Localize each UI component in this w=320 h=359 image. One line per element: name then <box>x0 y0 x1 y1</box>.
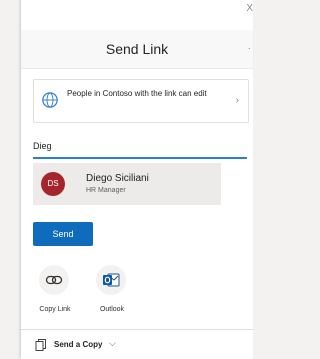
dialog-header: Send Link · <box>21 30 253 69</box>
outlook-icon <box>103 273 120 287</box>
send-a-copy-label: Send a Copy <box>54 340 103 349</box>
copy-link-icon-circle <box>39 265 69 295</box>
link-permissions-text: People in Contoso with the link can edit <box>67 89 207 98</box>
avatar: DS <box>41 172 65 196</box>
chevron-right-icon: › <box>235 95 239 106</box>
outlook-label: Outlook <box>99 306 125 313</box>
document-copy-icon <box>35 339 46 351</box>
copy-link-button[interactable]: Copy Link <box>33 265 77 320</box>
link-permissions-button[interactable]: People in Contoso with the link can edit… <box>33 79 249 123</box>
send-link-panel: X Send Link · People in Contoso with the… <box>20 0 253 359</box>
globe-icon <box>42 92 58 108</box>
copy-link-label: Copy Link <box>39 306 71 313</box>
recipient-input[interactable] <box>33 139 243 153</box>
chevron-down-icon[interactable]: ⌵ <box>109 338 116 349</box>
recipient-field[interactable] <box>33 135 247 159</box>
outlook-icon-circle <box>96 265 126 295</box>
link-icon <box>45 275 63 285</box>
outlook-button[interactable]: Outlook <box>90 265 134 320</box>
close-icon[interactable]: X <box>246 3 253 14</box>
send-button[interactable]: Send <box>33 222 93 246</box>
send-a-copy-bar[interactable]: Send a Copy ⌵ <box>21 329 253 359</box>
more-options-icon[interactable]: · <box>248 43 251 54</box>
people-suggestion-item[interactable]: DS Diego Siciliani HR Manager <box>33 163 221 205</box>
dialog-title: Send Link <box>105 41 169 57</box>
suggestion-role: HR Manager <box>86 187 126 194</box>
suggestion-name: Diego Siciliani <box>86 173 149 184</box>
